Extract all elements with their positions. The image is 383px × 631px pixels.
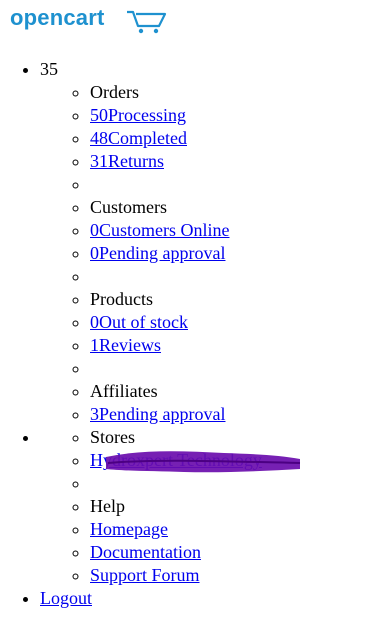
alerts-count[interactable]: 35 [40,59,58,79]
divider [90,265,262,288]
logout-link[interactable]: Logout [40,588,92,608]
help-homepage-link[interactable]: Homepage [90,519,168,539]
orders-completed-item[interactable]: 48Completed [90,127,262,150]
logout-item[interactable]: Logout [40,587,262,610]
customers-online-link[interactable]: 0Customers Online [90,220,230,240]
orders-completed-link[interactable]: 48Completed [90,128,187,148]
help-header: Help [90,495,262,518]
shopping-cart-icon [127,10,167,34]
orders-processing-item[interactable]: 50Processing [90,104,262,127]
products-out-of-stock-link[interactable]: 0Out of stock [90,312,188,332]
stores-header: Stores [90,426,262,449]
opencart-logo[interactable]: opencart [8,2,188,38]
divider [90,173,262,196]
orders-header: Orders [90,81,262,104]
customers-header: Customers [90,196,262,219]
affiliates-pending-link[interactable]: 3Pending approval [90,404,225,424]
products-reviews-link[interactable]: 1Reviews [90,335,161,355]
products-header: Products [90,288,262,311]
customers-pending-item[interactable]: 0Pending approval [90,242,262,265]
divider [90,357,262,380]
orders-processing-link[interactable]: 50Processing [90,105,186,125]
help-support-item[interactable]: Support Forum [90,564,262,587]
main-nav: 35 Orders 50Processing 48Completed 31Ret… [0,58,262,610]
products-reviews-item[interactable]: 1Reviews [90,334,262,357]
alerts-dropdown: Orders 50Processing 48Completed 31Return… [40,81,262,426]
help-documentation-item[interactable]: Documentation [90,541,262,564]
orders-returns-item[interactable]: 31Returns [90,150,262,173]
help-homepage-item[interactable]: Homepage [90,518,262,541]
logo-text: opencart [10,5,105,30]
divider [90,472,262,495]
customers-online-item[interactable]: 0Customers Online [90,219,262,242]
help-documentation-link[interactable]: Documentation [90,542,201,562]
customers-pending-link[interactable]: 0Pending approval [90,243,225,263]
alerts-menu[interactable]: 35 Orders 50Processing 48Completed 31Ret… [40,58,262,426]
orders-returns-link[interactable]: 31Returns [90,151,164,171]
affiliates-header: Affiliates [90,380,262,403]
redaction-scribble [106,451,301,473]
products-out-of-stock-item[interactable]: 0Out of stock [90,311,262,334]
affiliates-pending-item[interactable]: 3Pending approval [90,403,262,426]
help-support-link[interactable]: Support Forum [90,565,200,585]
